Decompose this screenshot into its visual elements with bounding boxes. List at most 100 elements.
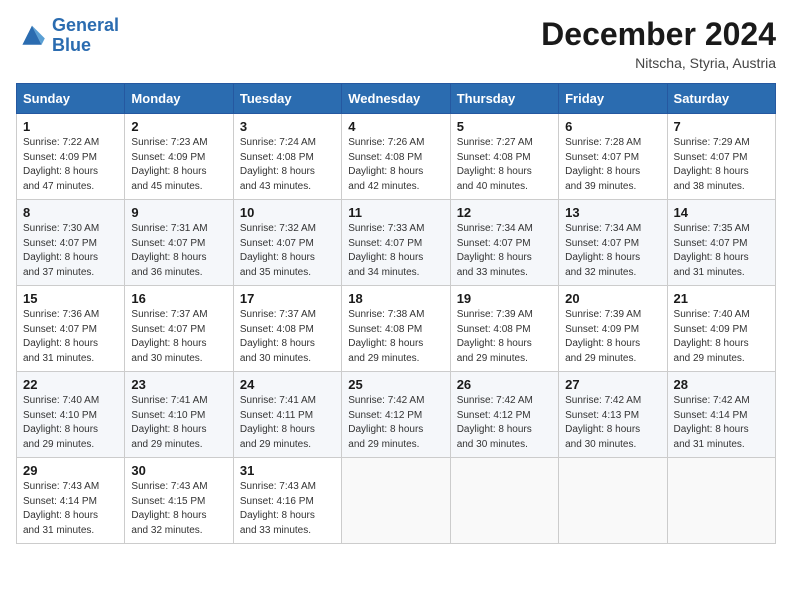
logo-line1: General (52, 15, 119, 35)
day-info: Sunrise: 7:28 AMSunset: 4:07 PMDaylight:… (565, 136, 660, 194)
day-info: Sunrise: 7:37 AMSunset: 4:07 PMDaylight:… (131, 308, 226, 366)
day-cell: 3 Sunrise: 7:24 AMSunset: 4:08 PMDaylight… (233, 114, 341, 200)
page-header: General Blue December 2024 Nitscha, Styr… (16, 16, 776, 71)
day-number: 15 (23, 291, 118, 306)
day-number: 6 (565, 119, 660, 134)
day-info: Sunrise: 7:34 AMSunset: 4:07 PMDaylight:… (565, 222, 660, 280)
day-number: 3 (240, 119, 335, 134)
day-cell: 21 Sunrise: 7:40 AMSunset: 4:09 PMDayligh… (667, 286, 775, 372)
day-info: Sunrise: 7:43 AMSunset: 4:14 PMDaylight:… (23, 480, 118, 538)
day-number: 5 (457, 119, 552, 134)
day-info: Sunrise: 7:27 AMSunset: 4:08 PMDaylight:… (457, 136, 552, 194)
day-number: 29 (23, 463, 118, 478)
day-cell: 13 Sunrise: 7:34 AMSunset: 4:07 PMDayligh… (559, 200, 667, 286)
day-info: Sunrise: 7:22 AMSunset: 4:09 PMDaylight:… (23, 136, 118, 194)
day-info: Sunrise: 7:43 AMSunset: 4:15 PMDaylight:… (131, 480, 226, 538)
day-cell: 6 Sunrise: 7:28 AMSunset: 4:07 PMDaylight… (559, 114, 667, 200)
day-number: 31 (240, 463, 335, 478)
day-cell: 29 Sunrise: 7:43 AMSunset: 4:14 PMDayligh… (17, 458, 125, 544)
day-info: Sunrise: 7:42 AMSunset: 4:13 PMDaylight:… (565, 394, 660, 452)
day-cell: 24 Sunrise: 7:41 AMSunset: 4:11 PMDayligh… (233, 372, 341, 458)
day-number: 18 (348, 291, 443, 306)
day-number: 11 (348, 205, 443, 220)
day-number: 2 (131, 119, 226, 134)
day-info: Sunrise: 7:32 AMSunset: 4:07 PMDaylight:… (240, 222, 335, 280)
day-cell (559, 458, 667, 544)
calendar-table: SundayMondayTuesdayWednesdayThursdayFrid… (16, 83, 776, 544)
day-number: 16 (131, 291, 226, 306)
day-cell: 25 Sunrise: 7:42 AMSunset: 4:12 PMDayligh… (342, 372, 450, 458)
day-number: 7 (674, 119, 769, 134)
day-info: Sunrise: 7:34 AMSunset: 4:07 PMDaylight:… (457, 222, 552, 280)
day-cell: 20 Sunrise: 7:39 AMSunset: 4:09 PMDayligh… (559, 286, 667, 372)
day-info: Sunrise: 7:36 AMSunset: 4:07 PMDaylight:… (23, 308, 118, 366)
day-info: Sunrise: 7:39 AMSunset: 4:08 PMDaylight:… (457, 308, 552, 366)
day-number: 19 (457, 291, 552, 306)
day-cell: 30 Sunrise: 7:43 AMSunset: 4:15 PMDayligh… (125, 458, 233, 544)
day-cell: 23 Sunrise: 7:41 AMSunset: 4:10 PMDayligh… (125, 372, 233, 458)
month-title: December 2024 (541, 16, 776, 53)
day-info: Sunrise: 7:26 AMSunset: 4:08 PMDaylight:… (348, 136, 443, 194)
day-info: Sunrise: 7:37 AMSunset: 4:08 PMDaylight:… (240, 308, 335, 366)
day-cell: 31 Sunrise: 7:43 AMSunset: 4:16 PMDayligh… (233, 458, 341, 544)
day-number: 4 (348, 119, 443, 134)
week-row-4: 22Sunrise: 7:40 AMSunset: 4:10 PMDayligh… (17, 372, 776, 458)
day-info: Sunrise: 7:33 AMSunset: 4:07 PMDaylight:… (348, 222, 443, 280)
header-cell-tuesday: Tuesday (233, 84, 341, 114)
day-info: Sunrise: 7:40 AMSunset: 4:09 PMDaylight:… (674, 308, 769, 366)
day-info: Sunrise: 7:43 AMSunset: 4:16 PMDaylight:… (240, 480, 335, 538)
day-info: Sunrise: 7:41 AMSunset: 4:10 PMDaylight:… (131, 394, 226, 452)
day-info: Sunrise: 7:40 AMSunset: 4:10 PMDaylight:… (23, 394, 118, 452)
day-number: 23 (131, 377, 226, 392)
header-row: SundayMondayTuesdayWednesdayThursdayFrid… (17, 84, 776, 114)
day-info: Sunrise: 7:42 AMSunset: 4:14 PMDaylight:… (674, 394, 769, 452)
week-row-3: 15 Sunrise: 7:36 AMSunset: 4:07 PMDayligh… (17, 286, 776, 372)
calendar-body: 1 Sunrise: 7:22 AMSunset: 4:09 PMDaylight… (17, 114, 776, 544)
day-cell: 9 Sunrise: 7:31 AMSunset: 4:07 PMDaylight… (125, 200, 233, 286)
day-number: 30 (131, 463, 226, 478)
day-info: Sunrise: 7:39 AMSunset: 4:09 PMDaylight:… (565, 308, 660, 366)
day-info: Sunrise: 7:24 AMSunset: 4:08 PMDaylight:… (240, 136, 335, 194)
day-cell: 19 Sunrise: 7:39 AMSunset: 4:08 PMDayligh… (450, 286, 558, 372)
day-cell: 27 Sunrise: 7:42 AMSunset: 4:13 PMDayligh… (559, 372, 667, 458)
header-cell-wednesday: Wednesday (342, 84, 450, 114)
day-info: Sunrise: 7:38 AMSunset: 4:08 PMDaylight:… (348, 308, 443, 366)
day-number: 25 (348, 377, 443, 392)
day-info: Sunrise: 7:42 AMSunset: 4:12 PMDaylight:… (457, 394, 552, 452)
week-row-5: 29 Sunrise: 7:43 AMSunset: 4:14 PMDayligh… (17, 458, 776, 544)
day-number: 13 (565, 205, 660, 220)
day-number: 14 (674, 205, 769, 220)
day-number: 8 (23, 205, 118, 220)
day-number: 10 (240, 205, 335, 220)
header-cell-sunday: Sunday (17, 84, 125, 114)
day-number: 24 (240, 377, 335, 392)
day-number: 9 (131, 205, 226, 220)
day-cell (342, 458, 450, 544)
day-info: Sunrise: 7:35 AMSunset: 4:07 PMDaylight:… (674, 222, 769, 280)
day-number: 27 (565, 377, 660, 392)
day-info: Sunrise: 7:30 AMSunset: 4:07 PMDaylight:… (23, 222, 118, 280)
day-info: Sunrise: 7:41 AMSunset: 4:11 PMDaylight:… (240, 394, 335, 452)
header-cell-thursday: Thursday (450, 84, 558, 114)
day-number: 20 (565, 291, 660, 306)
day-number: 1 (23, 119, 118, 134)
day-number: 17 (240, 291, 335, 306)
day-number: 12 (457, 205, 552, 220)
day-cell (450, 458, 558, 544)
calendar-header: SundayMondayTuesdayWednesdayThursdayFrid… (17, 84, 776, 114)
header-cell-friday: Friday (559, 84, 667, 114)
day-info: Sunrise: 7:42 AMSunset: 4:12 PMDaylight:… (348, 394, 443, 452)
day-cell: 15 Sunrise: 7:36 AMSunset: 4:07 PMDayligh… (17, 286, 125, 372)
day-info: Sunrise: 7:31 AMSunset: 4:07 PMDaylight:… (131, 222, 226, 280)
day-info: Sunrise: 7:23 AMSunset: 4:09 PMDaylight:… (131, 136, 226, 194)
week-row-2: 8 Sunrise: 7:30 AMSunset: 4:07 PMDaylight… (17, 200, 776, 286)
day-cell: 26 Sunrise: 7:42 AMSunset: 4:12 PMDayligh… (450, 372, 558, 458)
location: Nitscha, Styria, Austria (541, 55, 776, 71)
logo-line2: Blue (52, 35, 91, 55)
title-block: December 2024 Nitscha, Styria, Austria (541, 16, 776, 71)
logo-text: General Blue (52, 16, 119, 56)
day-number: 28 (674, 377, 769, 392)
day-number: 26 (457, 377, 552, 392)
day-number: 21 (674, 291, 769, 306)
day-cell: 14 Sunrise: 7:35 AMSunset: 4:07 PMDayligh… (667, 200, 775, 286)
